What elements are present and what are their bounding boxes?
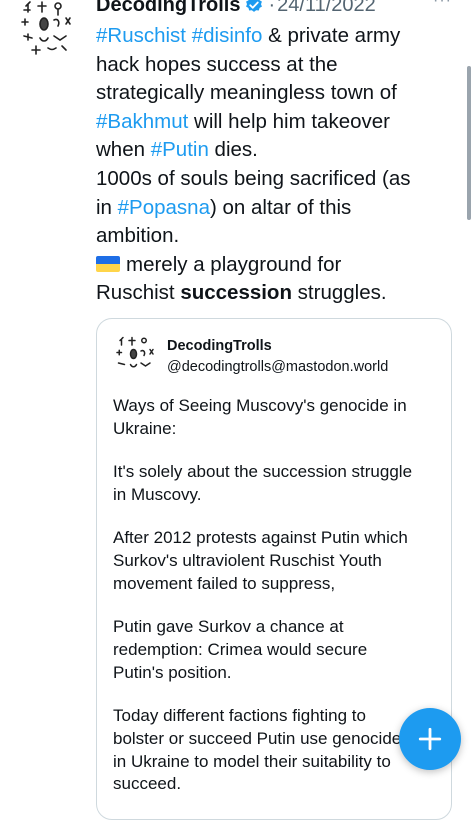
more-options-icon[interactable]: ··· <box>433 0 452 10</box>
tweet-text-segment: ) on altar of this <box>210 195 352 219</box>
decodingtrolls-avatar-icon <box>21 1 71 55</box>
hashtag-link[interactable]: #Putin <box>151 138 209 161</box>
decodingtrolls-avatar-icon <box>116 336 154 368</box>
author-avatar[interactable] <box>14 0 78 60</box>
quoted-line: Putin's position. <box>113 662 232 682</box>
quoted-line: Putin gave Surkov a chance at <box>113 617 344 637</box>
quoted-line: Today different factions fighting to <box>113 705 366 725</box>
tweet-text: #Ruschist #disinfo & private army hack ho… <box>96 22 446 308</box>
tweet-text-segment: hack hopes success at the <box>96 52 338 76</box>
quoted-paragraph: Putin gave Surkov a chance at redemption:… <box>113 616 443 684</box>
tweet-line: #Bakhmut will help him takeover <box>96 108 446 137</box>
hashtag-link[interactable]: #Popasna <box>118 196 210 219</box>
hashtag-link[interactable]: #disinfo <box>192 24 263 47</box>
tweet-line: in #Popasna) on altar of this <box>96 194 446 223</box>
quoted-paragraph: After 2012 protests against Putin which S… <box>113 527 443 595</box>
quoted-author-name: DecodingTrolls <box>167 338 272 354</box>
scrollbar[interactable] <box>467 66 471 220</box>
quoted-line: Ukraine: <box>113 418 177 438</box>
tweet-text-segment: merely a playground for <box>126 252 342 276</box>
quoted-line: Surkov's ultraviolent Ruschist Youth <box>113 550 382 570</box>
quoted-line: succeed. <box>113 774 182 794</box>
ukraine-flag-icon <box>96 255 120 272</box>
quoted-line: It's solely about the succession struggl… <box>113 462 413 482</box>
date-separator: · <box>268 0 276 16</box>
tweet-date[interactable]: 24/11/2022 <box>277 0 376 17</box>
tweet-text-segment: struggles. <box>291 281 387 305</box>
tweet-header: DecodingTrolls · 24/11/2022 <box>96 0 376 20</box>
tweet-text-segment: strategically meaningless town of <box>96 81 397 105</box>
tweet-line: merely a playground for <box>96 251 446 280</box>
quoted-paragraph: Ways of Seeing Muscovy's genocide in Ukra… <box>113 395 443 441</box>
tweet-text-segment: when <box>96 138 151 162</box>
quoted-line: bolster or succeed Putin use genocide <box>113 728 402 748</box>
tweet-text-segment: dies. <box>208 138 258 162</box>
bold-text: succession <box>180 281 292 305</box>
tweet-line: hack hopes success at the <box>96 51 446 80</box>
tweet-text-segment: in <box>96 195 118 219</box>
author-name[interactable]: DecodingTrolls <box>96 0 240 17</box>
hashtag-link[interactable]: #Bakhmut <box>96 110 188 133</box>
tweet-text-segment: Ruschist <box>96 281 181 305</box>
quoted-line: in Ukraine to model their suitability to <box>113 751 391 771</box>
plus-icon <box>418 727 442 751</box>
hashtag-link[interactable]: #Ruschist <box>96 24 186 47</box>
compose-button[interactable] <box>399 708 461 770</box>
tweet-line: 1000s of souls being sacrificed (as <box>96 165 446 194</box>
quoted-line: in Muscovy. <box>113 484 202 504</box>
tweet-text-segment: ambition. <box>96 224 180 248</box>
quoted-paragraph: It's solely about the succession struggl… <box>113 461 443 507</box>
quoted-author-handle: @decodingtrolls@mastodon.world <box>167 359 389 375</box>
quoted-line: After 2012 protests against Putin which <box>113 528 408 548</box>
quoted-line: Ways of Seeing Muscovy's genocide in <box>113 396 407 415</box>
tweet-text-segment: will help him takeover <box>188 109 390 133</box>
verified-badge-icon <box>244 0 264 15</box>
tweet-line: ambition. <box>96 222 446 251</box>
tweet-line: when #Putin dies. <box>96 136 446 165</box>
tweet-text-segment: & private army <box>262 24 401 47</box>
quoted-avatar <box>111 333 159 381</box>
tweet-line: Ruschist succession struggles. <box>96 279 446 308</box>
quoted-line: movement failed to suppress, <box>113 573 336 593</box>
quoted-paragraph: Today different factions fighting to bols… <box>113 705 443 796</box>
tweet-text-segment: 1000s of souls being sacrificed (as <box>96 166 411 190</box>
tweet-line: #Ruschist #disinfo & private army <box>96 22 446 51</box>
quoted-line: redemption: Crimea would secure <box>113 639 368 659</box>
quoted-post-text: Ways of Seeing Muscovy's genocide in Ukra… <box>113 395 443 817</box>
tweet-line: strategically meaningless town of <box>96 79 446 108</box>
